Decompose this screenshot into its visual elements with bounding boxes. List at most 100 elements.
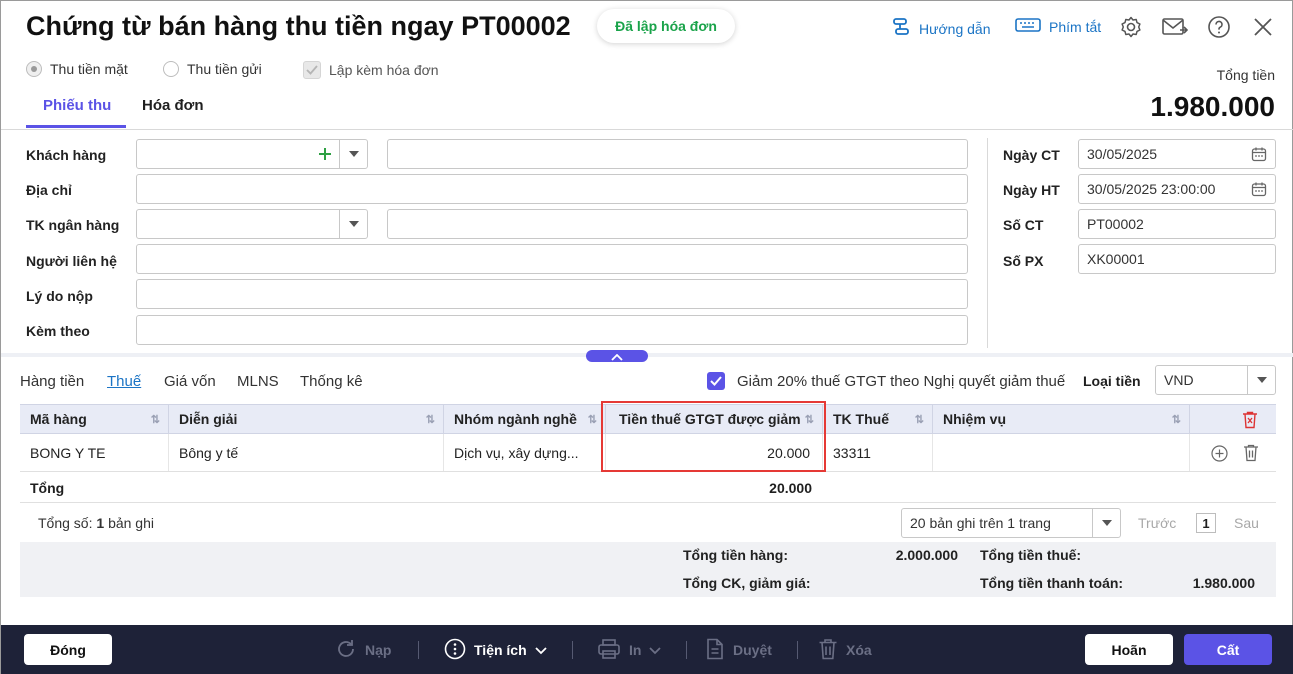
date-ht-value: 30/05/2025 23:00:00 (1087, 181, 1216, 197)
collapse-button[interactable] (586, 350, 648, 362)
settings-icon[interactable] (1118, 14, 1144, 40)
bank-account-label: TK ngân hàng (26, 217, 120, 233)
sort-icon[interactable]: ⇅ (426, 413, 435, 426)
radio-bank-indicator (163, 61, 179, 77)
sort-icon[interactable]: ⇅ (915, 413, 924, 426)
goods-total-value: 2.000.000 (895, 547, 958, 563)
subtab-thue[interactable]: Thuế (107, 373, 141, 390)
next-page-button[interactable]: Sau (1234, 515, 1259, 531)
save-button[interactable]: Cất (1184, 634, 1272, 665)
print-label: In (629, 642, 642, 658)
shortcut-link[interactable]: Phím tắt (1015, 17, 1101, 36)
date-ht-field[interactable]: 30/05/2025 23:00:00 (1078, 174, 1276, 204)
customer-label: Khách hàng (26, 147, 107, 163)
cell-ma-hang[interactable]: BONG Y TE (20, 434, 169, 471)
date-ct-label: Ngày CT (1003, 147, 1060, 163)
record-count-prefix: Tổng số: (38, 515, 93, 531)
add-row-icon[interactable] (1211, 445, 1228, 465)
more-icon (444, 638, 466, 663)
print-button[interactable]: In (597, 638, 662, 663)
status-badge: Đã lập hóa đơn (597, 9, 735, 43)
add-customer-icon[interactable] (311, 140, 339, 168)
subtab-mlns[interactable]: MLNS (237, 373, 279, 390)
currency-dropdown-icon[interactable] (1247, 366, 1275, 394)
delete-row-icon[interactable] (1243, 444, 1259, 465)
column-title: Diễn giải (179, 411, 238, 427)
radio-cash[interactable]: Thu tiền mặt (26, 61, 128, 77)
tab-hoa-don[interactable]: Hóa đơn (142, 97, 204, 114)
bank-account-field[interactable] (136, 209, 368, 239)
address-label: Địa chỉ (26, 182, 72, 198)
calendar-icon[interactable] (1251, 181, 1267, 200)
page-size-dropdown-icon[interactable] (1092, 509, 1120, 537)
address-field[interactable] (136, 174, 968, 204)
customer-name-field[interactable] (387, 139, 968, 169)
invoice-checkbox[interactable]: Lập kèm hóa đơn (303, 61, 439, 79)
subtab-thong-ke[interactable]: Thống kê (300, 373, 363, 390)
calendar-icon[interactable] (1251, 146, 1267, 165)
so-ct-value: PT00002 (1087, 216, 1144, 232)
current-page[interactable]: 1 (1196, 513, 1216, 533)
cell-nhom-nganh-nghe[interactable]: Dịch vụ, xây dựng... (444, 434, 606, 471)
toolbar-divider (418, 641, 419, 659)
utility-menu-button[interactable]: Tiện ích (444, 638, 547, 662)
delete-button[interactable]: Xóa (818, 638, 872, 662)
document-icon (705, 638, 725, 663)
cell-dien-giai[interactable]: Bông y tế (169, 434, 444, 471)
so-px-value: XK00001 (1087, 251, 1145, 267)
column-header-nhom-nganh-nghe[interactable]: Nhóm ngành nghề ⇅ (444, 405, 606, 433)
radio-cash-label: Thu tiền mặt (50, 61, 128, 77)
printer-icon (597, 638, 621, 663)
delete-all-icon[interactable] (1242, 411, 1258, 432)
approve-button[interactable]: Duyệt (705, 638, 772, 662)
close-button[interactable]: Đóng (24, 634, 112, 665)
send-mail-icon[interactable] (1162, 14, 1188, 40)
record-count-suffix: bản ghi (108, 515, 154, 531)
sort-icon[interactable]: ⇅ (1172, 413, 1181, 426)
column-header-nhiem-vu[interactable]: Nhiệm vụ ⇅ (933, 405, 1190, 433)
column-header-dien-giai[interactable]: Diễn giải ⇅ (169, 405, 444, 433)
header-divider (1, 129, 1293, 130)
guide-icon (891, 17, 911, 40)
record-count: Tổng số: 1 bản ghi (38, 515, 154, 531)
radio-bank[interactable]: Thu tiền gửi (163, 61, 262, 77)
subtab-hang-tien[interactable]: Hàng tiền (20, 373, 84, 390)
column-header-tk-thue[interactable]: TK Thuế ⇅ (823, 405, 933, 433)
cell-nhiem-vu[interactable] (933, 434, 1190, 471)
contact-label: Người liên hệ (26, 253, 117, 269)
customer-dropdown-icon[interactable] (339, 140, 367, 168)
sort-icon[interactable]: ⇅ (151, 413, 160, 426)
discount-total-label: Tổng CK, giảm giá: (683, 575, 811, 591)
so-px-field[interactable]: XK00001 (1078, 244, 1276, 274)
reload-button[interactable]: Nạp (335, 638, 391, 662)
attach-field[interactable] (136, 315, 968, 345)
page-title: Chứng từ bán hàng thu tiền ngay PT00002 (26, 11, 571, 41)
refresh-icon (335, 638, 357, 663)
tab-phieu-thu[interactable]: Phiếu thu (43, 97, 111, 114)
highlight-box (601, 401, 826, 472)
chevron-down-icon (649, 642, 662, 658)
close-icon[interactable] (1250, 14, 1276, 40)
currency-select[interactable]: VND (1155, 365, 1276, 395)
subtab-gia-von[interactable]: Giá vốn (164, 373, 216, 390)
prev-page-button[interactable]: Trước (1138, 515, 1176, 531)
date-ct-value: 30/05/2025 (1087, 146, 1158, 162)
tax-reduction-checkbox[interactable]: Giảm 20% thuế GTGT theo Nghị quyết giảm … (707, 372, 1065, 390)
so-ct-field[interactable]: PT00002 (1078, 209, 1276, 239)
total-row-label: Tổng (30, 480, 65, 496)
bank-name-field[interactable] (387, 209, 968, 239)
cell-tk-thue[interactable]: 33311 (823, 434, 933, 471)
page-size-select[interactable]: 20 bản ghi trên 1 trang (901, 508, 1121, 538)
help-icon[interactable] (1206, 14, 1232, 40)
guide-link[interactable]: Hướng dẫn (891, 17, 990, 40)
undo-button[interactable]: Hoãn (1085, 634, 1173, 665)
total-label: Tổng tiền (1216, 67, 1275, 83)
bank-account-dropdown-icon[interactable] (339, 210, 367, 238)
invoice-check-icon (303, 61, 321, 79)
sort-icon[interactable]: ⇅ (588, 413, 597, 426)
date-ct-field[interactable]: 30/05/2025 (1078, 139, 1276, 169)
reason-field[interactable] (136, 279, 968, 309)
contact-field[interactable] (136, 244, 968, 274)
column-header-ma-hang[interactable]: Mã hàng ⇅ (20, 405, 169, 433)
customer-code-field[interactable] (136, 139, 368, 169)
